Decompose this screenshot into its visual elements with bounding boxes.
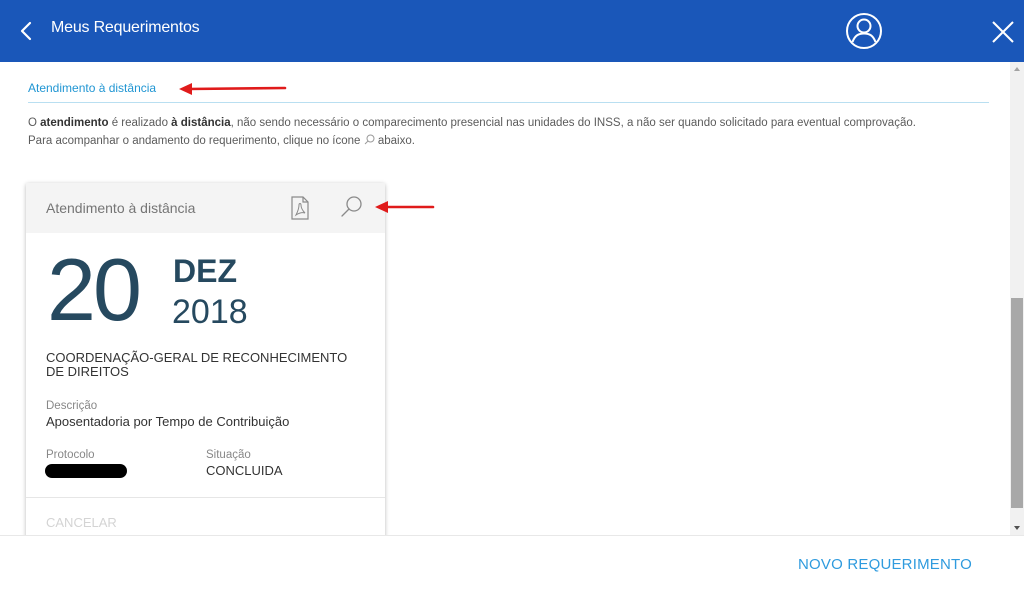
pdf-button[interactable]	[289, 196, 311, 220]
vertical-scrollbar[interactable]	[1010, 62, 1024, 535]
search-icon	[364, 134, 375, 145]
date-month: DEZ	[173, 253, 237, 289]
section-divider	[28, 102, 989, 103]
scroll-thumb[interactable]	[1011, 298, 1023, 508]
red-arrow-annotation	[179, 83, 287, 95]
new-request-button[interactable]: NOVO REQUERIMENTO	[798, 556, 972, 573]
user-circle-icon	[846, 13, 882, 49]
date-day: 20	[47, 240, 142, 339]
scroll-up-arrow[interactable]	[1010, 62, 1024, 76]
search-button[interactable]	[340, 195, 364, 219]
card-divider	[26, 497, 385, 498]
search-icon	[341, 196, 362, 217]
organization-name: COORDENAÇÃO-GERAL DE RECONHECIMENTO DE D…	[46, 350, 348, 379]
user-profile-button[interactable]	[845, 12, 883, 50]
descricao-value: Aposentadoria por Tempo de Contribuição	[46, 414, 290, 429]
cancel-button[interactable]: CANCELAR	[46, 515, 117, 530]
back-button[interactable]	[14, 18, 38, 44]
app-header: Meus Requerimentos	[0, 0, 1024, 62]
scroll-down-arrow[interactable]	[1010, 521, 1024, 535]
card-header: Atendimento à distância	[26, 183, 385, 233]
close-icon	[992, 21, 1014, 43]
date-year: 2018	[172, 293, 248, 331]
main-content: Atendimento à distância O atendimento é …	[9, 62, 1010, 535]
situacao-value: CONCLUIDA	[206, 463, 283, 478]
descricao-label: Descrição	[46, 400, 98, 412]
page-title: Meus Requerimentos	[51, 19, 200, 36]
footer-bar: NOVO REQUERIMENTO	[0, 535, 1024, 593]
red-arrow-annotation	[375, 201, 435, 213]
situacao-label: Situação	[206, 449, 251, 461]
section-title: Atendimento à distância	[28, 81, 157, 95]
card-header-title: Atendimento à distância	[46, 200, 196, 216]
pdf-icon	[291, 196, 309, 220]
chevron-left-icon	[20, 21, 32, 41]
protocolo-redacted	[45, 464, 127, 478]
close-button[interactable]	[990, 19, 1016, 45]
request-card: Atendimento à distância 20 DEZ 2018 COOR…	[26, 183, 385, 535]
section-description: O atendimento é realizado à distância, n…	[28, 117, 916, 147]
protocolo-label: Protocolo	[46, 449, 95, 461]
